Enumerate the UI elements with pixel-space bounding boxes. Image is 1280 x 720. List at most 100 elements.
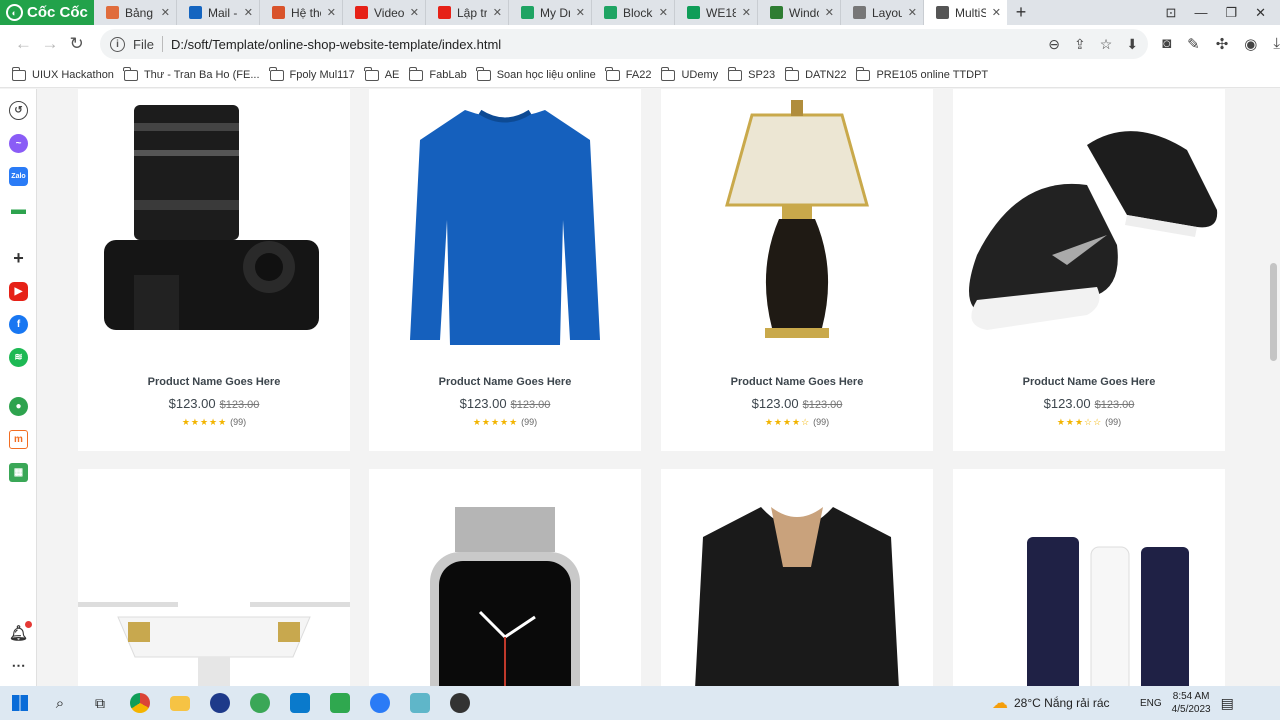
tab-search-icon[interactable]: ⊡ [1166, 5, 1177, 21]
product-card[interactable]: Product Name Goes Here $123.00 $123.00 ★★★★… [78, 89, 350, 451]
clock[interactable]: 8:54 AM 4/5/2023 [1172, 690, 1211, 716]
product-name[interactable]: Product Name Goes Here [661, 376, 933, 388]
tab-close-icon[interactable]: ✕ [410, 6, 419, 19]
product-image-shoes[interactable] [953, 89, 1225, 362]
vscode-icon[interactable] [280, 686, 320, 720]
browser-tab[interactable]: Windo ✕ [758, 0, 841, 25]
tab-close-icon[interactable]: ✕ [327, 6, 336, 19]
tab-close-icon[interactable]: ✕ [742, 6, 751, 19]
product-name[interactable]: Product Name Goes Here [953, 376, 1225, 388]
more-icon[interactable]: ⋯ [9, 656, 28, 675]
pen-icon[interactable]: ✎ [1187, 35, 1200, 53]
scrollbar-thumb[interactable] [1270, 263, 1277, 361]
bookmark-item[interactable]: UDemy [660, 66, 718, 81]
profile-icon[interactable]: ◉ [1244, 35, 1257, 53]
weather-widget[interactable]: ☁︎ 28°C Nắng rải rác [992, 686, 1110, 720]
product-image-lamp[interactable] [661, 89, 933, 362]
screenshot-icon[interactable]: ◙ [1162, 35, 1171, 53]
product-image-drone[interactable] [78, 479, 350, 686]
share-icon[interactable]: ⇪ [1074, 36, 1086, 53]
extensions-icon[interactable]: ✣ [1216, 35, 1229, 53]
back-arrow-icon[interactable]: ← [10, 34, 37, 54]
tab-close-icon[interactable]: ✕ [825, 6, 834, 19]
download-icon[interactable]: ⬇ [1126, 36, 1138, 53]
tab-close-icon[interactable]: ✕ [659, 6, 668, 19]
browser-tab[interactable]: Lập trì ✕ [426, 0, 509, 25]
tab-close-icon[interactable]: ✕ [576, 6, 585, 19]
bookmark-item[interactable]: FabLab [408, 66, 467, 81]
add-icon[interactable]: + [9, 248, 28, 268]
product-card[interactable]: Product Name Goes Here $123.00 $123.00 ★★★★… [661, 89, 933, 451]
tab-close-icon[interactable]: ✕ [908, 6, 917, 19]
product-image-sweater[interactable] [369, 89, 641, 362]
product-image-blouse[interactable] [661, 479, 933, 686]
product-name[interactable]: Product Name Goes Here [78, 376, 350, 388]
minimize-icon[interactable]: — [1194, 5, 1207, 21]
bookmark-item[interactable]: Thư - Tran Ba Ho (FE... [123, 66, 260, 81]
url-text[interactable]: D:/soft/Template/online-shop-website-tem… [171, 37, 501, 52]
coccoc-app-icon[interactable]: ● [9, 397, 28, 416]
obs-icon[interactable] [440, 686, 480, 720]
product-card[interactable]: Product Name Goes Here $123.00 $123.00 ★★★★… [369, 89, 641, 451]
product-card[interactable] [369, 469, 641, 686]
browser-tab[interactable]: Bảng c ✕ [94, 0, 177, 25]
tab-close-icon[interactable]: ✕ [161, 6, 170, 19]
product-card[interactable] [953, 469, 1225, 686]
zoom-out-icon[interactable]: ⊖ [1048, 36, 1060, 53]
browser-tab[interactable]: WE18 ✕ [675, 0, 758, 25]
notification-center-icon[interactable]: ▤ [1221, 695, 1234, 712]
product-card[interactable] [661, 469, 933, 686]
close-window-icon[interactable]: ✕ [1255, 5, 1266, 21]
product-name[interactable]: Product Name Goes Here [369, 376, 641, 388]
search-icon[interactable]: ⌕ [40, 686, 80, 720]
browser-tab[interactable]: Block2 ✕ [592, 0, 675, 25]
file-explorer-icon[interactable] [160, 686, 200, 720]
browser-tab[interactable]: My Dri ✕ [509, 0, 592, 25]
product-card[interactable] [78, 469, 350, 686]
sheet-icon[interactable]: ▦ [9, 463, 28, 482]
product-card[interactable]: Product Name Goes Here $123.00 $123.00 ★★★☆… [953, 89, 1225, 451]
spotify-icon[interactable]: ≋ [9, 348, 28, 367]
task-view-icon[interactable]: ⧉ [80, 686, 120, 720]
tab-close-icon[interactable]: ✕ [992, 6, 1001, 19]
messenger-icon[interactable]: ~ [9, 134, 28, 153]
browser-tab[interactable]: Layout ✕ [841, 0, 924, 25]
browser-tab[interactable]: Mail - ✕ [177, 0, 260, 25]
windows-start-icon[interactable] [0, 686, 40, 720]
game-icon[interactable]: ▬ [9, 200, 28, 219]
bookmark-star-icon[interactable]: ☆ [1100, 36, 1113, 53]
browser-tab[interactable]: MultiS ✕ [924, 0, 1007, 25]
app2-icon[interactable] [400, 686, 440, 720]
camtasia-icon[interactable] [320, 686, 360, 720]
facebook-icon[interactable]: f [9, 315, 28, 334]
reload-icon[interactable]: ↻ [63, 34, 90, 54]
product-image-watch[interactable] [369, 479, 641, 686]
bookmark-item[interactable]: Soan học liệu online [476, 66, 596, 81]
bookmark-item[interactable]: PRE105 online TTDPT [855, 66, 988, 81]
maximize-icon[interactable]: ❐ [1225, 5, 1237, 21]
bookmark-item[interactable]: FA22 [605, 66, 651, 81]
tab-close-icon[interactable]: ✕ [493, 6, 502, 19]
zalo-icon[interactable]: Zalo [9, 167, 28, 186]
bookmark-item[interactable]: AE [364, 66, 399, 81]
shop-icon[interactable]: m [9, 430, 28, 449]
product-image-cosmetics[interactable] [953, 479, 1225, 686]
bookmark-item[interactable]: DATN22 [784, 66, 846, 81]
app-icon[interactable] [200, 686, 240, 720]
info-icon[interactable]: i [110, 36, 126, 52]
tab-close-icon[interactable]: ✕ [244, 6, 253, 19]
chrome-icon[interactable] [120, 686, 160, 720]
history-icon[interactable]: ↺ [9, 101, 28, 120]
downloads-icon[interactable]: ⤓ [1273, 35, 1280, 53]
bookmark-item[interactable]: SP23 [727, 66, 775, 81]
lang-indicator[interactable]: ENG [1140, 698, 1162, 709]
zalo-taskbar-icon[interactable] [360, 686, 400, 720]
bookmark-item[interactable]: Fpoly Mul117 [269, 66, 355, 81]
forward-arrow-icon[interactable]: → [37, 34, 64, 54]
address-bar[interactable]: i File D:/soft/Template/online-shop-webs… [100, 29, 1149, 59]
browser-tab[interactable]: Video ✕ [343, 0, 426, 25]
new-tab-button[interactable]: + [1007, 2, 1035, 23]
browser-tab[interactable]: Hệ thố ✕ [260, 0, 343, 25]
page-scrollbar[interactable] [1267, 89, 1280, 686]
product-image-camera[interactable] [78, 89, 350, 362]
